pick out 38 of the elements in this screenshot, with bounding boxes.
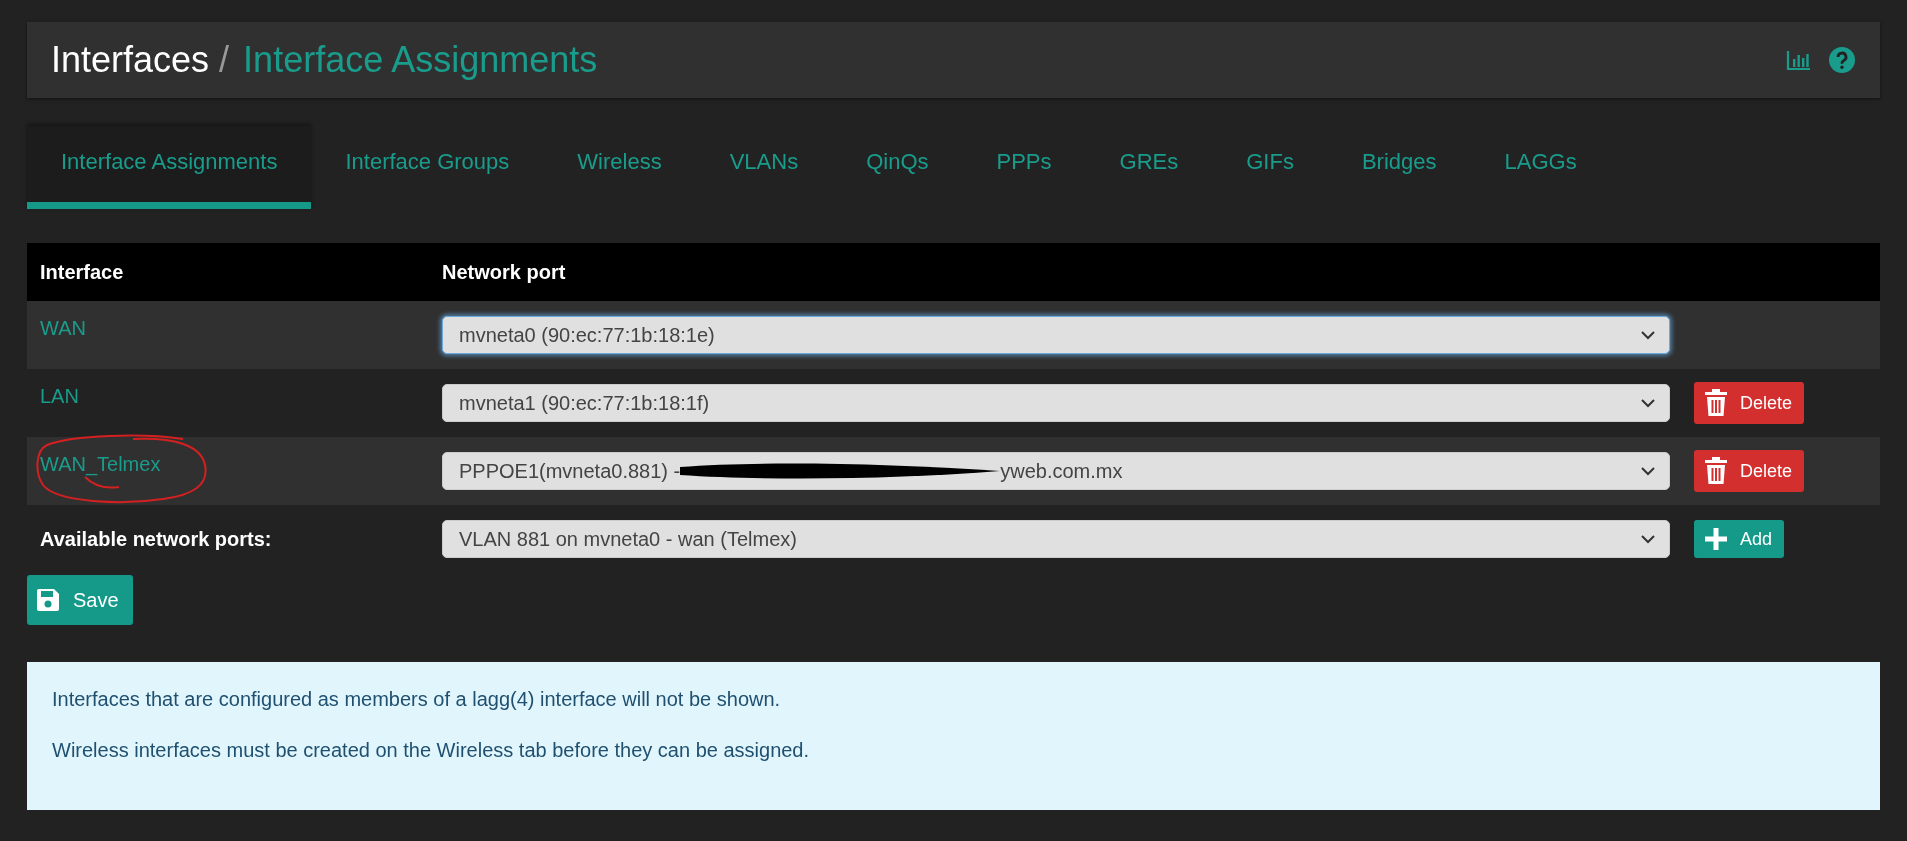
help-icon[interactable] <box>1828 46 1856 74</box>
column-header: Network port <box>442 260 567 284</box>
interface-link[interactable]: LAN <box>40 385 79 408</box>
tab[interactable]: LAGGs <box>1470 126 1611 209</box>
chevron-icon <box>1641 330 1655 340</box>
chevron-icon <box>1641 398 1655 408</box>
tab[interactable]: GIFs <box>1212 126 1328 209</box>
tab[interactable]: Wireless <box>543 126 696 209</box>
tab[interactable]: Bridges <box>1327 126 1471 209</box>
interface-link[interactable]: WAN <box>40 317 86 340</box>
info-text: Interfaces that are configured as members of a lagg(4) interface will not be shown. <box>52 688 782 711</box>
delete-button[interactable]: Delete <box>1694 450 1805 492</box>
bar-chart-icon[interactable] <box>1786 49 1812 71</box>
port-select[interactable]: mvneta0 (90:ec:77:1b:18:1e) <box>442 316 1670 354</box>
info-text: Wireless interfaces must be created on the Wireless tab before they can be assigned. <box>52 739 811 762</box>
chevron-icon <box>1641 534 1655 544</box>
trash-icon <box>1704 389 1728 417</box>
chevron-icon <box>1641 466 1655 476</box>
interface-link[interactable]: WAN_Telmex <box>40 453 161 476</box>
breadcrumb-page[interactable]: Interface Assignments <box>243 39 598 81</box>
trash-icon <box>1704 457 1728 485</box>
tab[interactable]: GREs <box>1085 126 1213 209</box>
delete-button[interactable]: Delete <box>1694 382 1805 424</box>
port-select[interactable]: VLAN 881 on mvneta0 - wan (Telmex) <box>442 520 1670 558</box>
tab[interactable]: VLANs <box>695 126 833 209</box>
available-ports-label: Available network ports: <box>40 527 272 550</box>
plus-icon <box>1704 527 1728 551</box>
add-button[interactable]: Add <box>1694 520 1785 558</box>
breadcrumb-separator: / <box>219 39 230 81</box>
save-button[interactable]: Save <box>27 575 133 625</box>
port-select[interactable]: PPPOE1(mvneta0.881) - yweb.com.mx <box>442 452 1670 490</box>
breadcrumb-section[interactable]: Interfaces <box>51 39 210 81</box>
column-header: Interface <box>39 260 125 284</box>
tab[interactable]: Interface Groups <box>311 126 544 209</box>
tab[interactable]: Interface Assignments <box>27 126 312 209</box>
tab[interactable]: QinQs <box>832 126 963 209</box>
tab[interactable]: PPPs <box>962 126 1086 209</box>
port-select[interactable]: mvneta1 (90:ec:77:1b:18:1f) <box>442 384 1670 422</box>
